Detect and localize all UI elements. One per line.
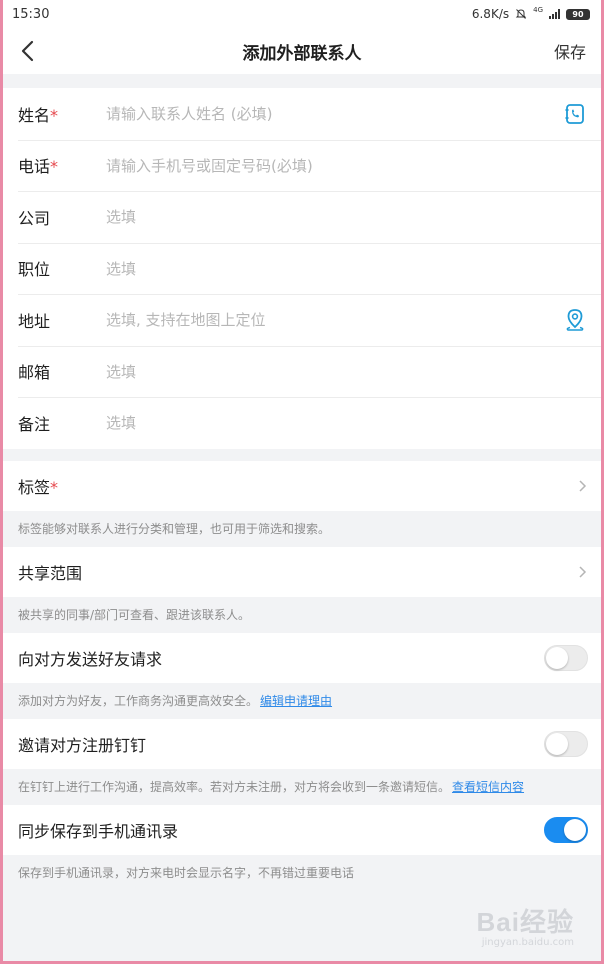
friend-request-hint: 添加对方为好友，工作商务沟通更高效安全。 编辑申请理由 — [0, 682, 604, 719]
section-gap — [0, 74, 604, 88]
sync-contacts-toggle[interactable] — [544, 816, 588, 843]
mute-icon — [515, 9, 527, 19]
toggle-knob — [546, 732, 568, 755]
remark-input[interactable]: 选填 — [106, 412, 588, 433]
tags-row[interactable]: 标签* — [0, 460, 604, 511]
section-gap — [0, 448, 604, 461]
battery-icon: 90 — [566, 8, 590, 20]
chevron-right-icon — [579, 565, 587, 578]
edit-request-reason-link[interactable]: 编辑申请理由 — [260, 692, 332, 709]
position-label: 职位 — [18, 260, 51, 280]
address-field[interactable]: 地址 选填, 支持在地图上定位 — [0, 294, 604, 346]
friend-request-hint-text: 添加对方为好友，工作商务沟通更高效安全。 — [18, 694, 259, 708]
sync-contacts-label: 同步保存到手机通讯录 — [18, 821, 179, 841]
chevron-left-icon — [21, 40, 34, 62]
friend-request-row: 向对方发送好友请求 — [0, 632, 604, 683]
remark-field[interactable]: 备注 选填 — [0, 397, 604, 449]
toggle-knob — [564, 818, 586, 841]
network-speed: 6.8K/s — [471, 7, 510, 21]
invite-row: 邀请对方注册钉钉 — [0, 718, 604, 769]
status-bar: 15:30 6.8K/s 4G 90 — [0, 0, 604, 28]
invite-hint: 在钉钉上进行工作沟通，提高效率。若对方未注册，对方将会收到一条邀请短信。 查看短… — [0, 768, 604, 805]
save-button[interactable]: 保存 — [554, 39, 586, 63]
share-scope-label: 共享范围 — [18, 563, 83, 583]
share-scope-row[interactable]: 共享范围 — [0, 546, 604, 597]
contact-form: 姓名* 请输入联系人姓名 (必填) 电话* 请输入手机号或固定号码(必填) 公司… — [0, 88, 604, 449]
view-sms-content-link[interactable]: 查看短信内容 — [452, 778, 524, 795]
phone-input[interactable]: 请输入手机号或固定号码(必填) — [106, 155, 588, 176]
friend-request-toggle[interactable] — [544, 644, 588, 671]
watermark-logo: Bai经验 — [476, 907, 574, 937]
chevron-right-icon — [579, 479, 587, 492]
battery-level: 90 — [572, 9, 584, 19]
email-label: 邮箱 — [18, 363, 51, 383]
sync-contacts-row: 同步保存到手机通讯录 — [0, 804, 604, 855]
invite-hint-text: 在钉钉上进行工作沟通，提高效率。若对方未注册，对方将会收到一条邀请短信。 — [18, 780, 451, 794]
email-field[interactable]: 邮箱 选填 — [0, 345, 604, 397]
address-input[interactable]: 选填, 支持在地图上定位 — [106, 309, 562, 330]
required-mark: * — [50, 157, 59, 177]
location-pin-icon — [566, 308, 584, 331]
name-field[interactable]: 姓名* 请输入联系人姓名 (必填) — [0, 88, 604, 140]
invite-label: 邀请对方注册钉钉 — [18, 735, 147, 755]
name-input[interactable]: 请输入联系人姓名 (必填) — [106, 103, 562, 124]
nav-header: 添加外部联系人 保存 — [0, 28, 604, 74]
company-field[interactable]: 公司 选填 — [0, 191, 604, 243]
status-time: 15:30 — [12, 6, 50, 22]
watermark-url: jingyan.baidu.com — [481, 937, 574, 948]
company-label: 公司 — [18, 208, 51, 228]
phone-label: 电话* — [18, 157, 59, 177]
email-input[interactable]: 选填 — [106, 361, 588, 382]
share-scope-hint: 被共享的同事/部门可查看、跟进该联系人。 — [0, 596, 604, 633]
phone-field[interactable]: 电话* 请输入手机号或固定号码(必填) — [0, 139, 604, 191]
name-label: 姓名* — [18, 105, 59, 125]
sync-contacts-hint: 保存到手机通讯录，对方来电时会显示名字，不再错过重要电话 — [0, 854, 604, 891]
baidu-jingyan-watermark: Bai经验 jingyan.baidu.com — [477, 902, 574, 948]
page-title: 添加外部联系人 — [242, 43, 362, 64]
address-label: 地址 — [18, 311, 51, 331]
contact-book-icon — [565, 103, 584, 124]
remark-label: 备注 — [18, 414, 51, 434]
network-type: 4G — [533, 6, 543, 14]
map-locate-button[interactable] — [562, 307, 588, 333]
signal-icon — [549, 9, 560, 19]
import-contact-button[interactable] — [562, 101, 588, 127]
toggle-knob — [546, 646, 568, 669]
tags-hint: 标签能够对联系人进行分类和管理，也可用于筛选和搜索。 — [0, 510, 604, 547]
position-field[interactable]: 职位 选填 — [0, 242, 604, 294]
required-mark: * — [50, 477, 59, 497]
friend-request-label: 向对方发送好友请求 — [18, 649, 163, 669]
company-input[interactable]: 选填 — [106, 206, 588, 227]
status-indicators: 6.8K/s 4G 90 — [472, 7, 590, 21]
back-button[interactable] — [20, 39, 44, 63]
invite-toggle[interactable] — [544, 730, 588, 757]
tags-label: 标签* — [18, 477, 59, 497]
required-mark: * — [50, 105, 59, 125]
position-input[interactable]: 选填 — [106, 258, 588, 279]
